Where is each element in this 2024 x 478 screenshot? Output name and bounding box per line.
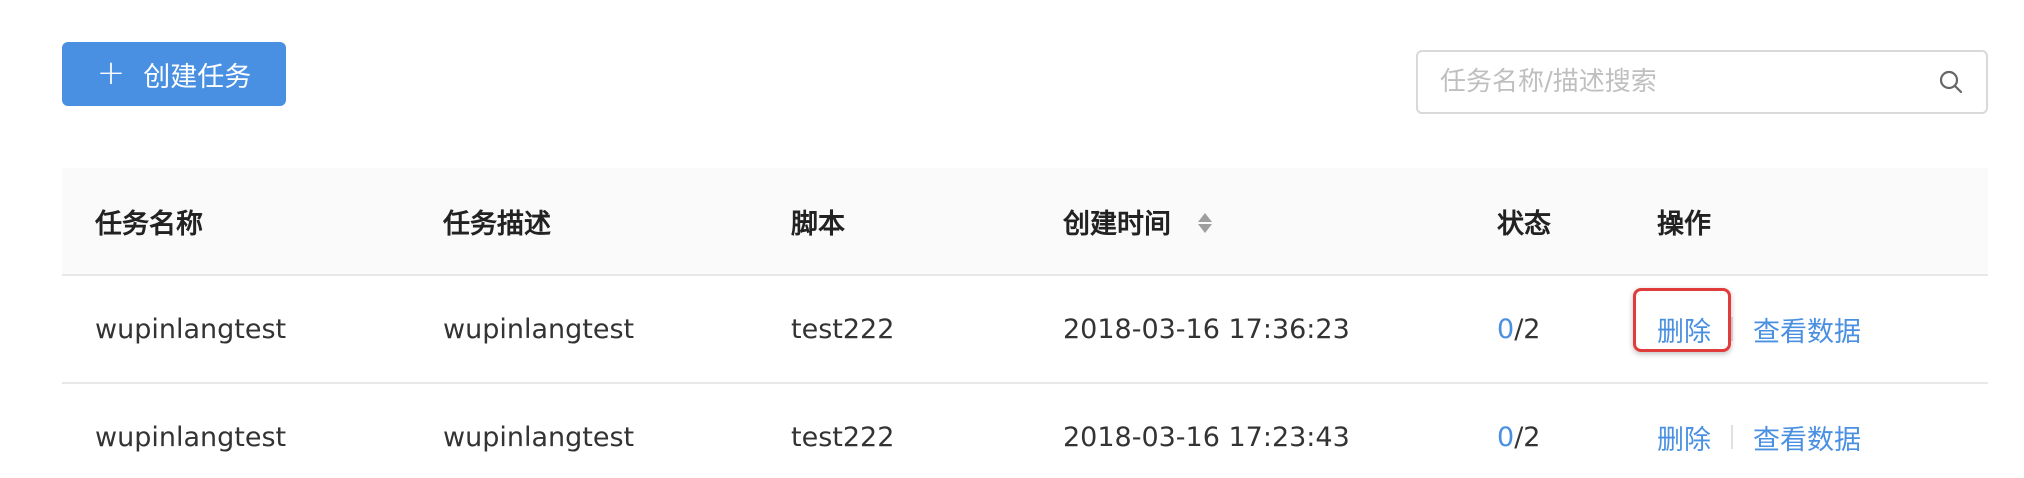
plus-icon: +: [96, 53, 126, 93]
task-list-page: + 创建任务 任务名称 任务描述 脚本 创建时间 状态 操作: [0, 0, 2024, 478]
sort-icon[interactable]: [1198, 213, 1213, 233]
sort-descending-icon[interactable]: [1198, 224, 1213, 233]
task-status: 0/2: [1464, 422, 1624, 453]
action-divider: [1731, 425, 1733, 449]
column-header-description: 任务描述: [443, 208, 551, 240]
sort-ascending-icon[interactable]: [1198, 213, 1213, 222]
task-description: wupinlangtest: [443, 313, 635, 345]
status-total-count: /2: [1514, 421, 1541, 453]
search-icon[interactable]: [1936, 67, 1966, 97]
create-task-button[interactable]: + 创建任务: [62, 42, 286, 106]
task-name: wupinlangtest: [95, 313, 287, 345]
status-total-count: /2: [1514, 313, 1541, 345]
column-header-created[interactable]: 创建时间: [1030, 202, 1464, 241]
delete-link[interactable]: 删除: [1657, 418, 1711, 457]
action-divider: [1731, 317, 1733, 341]
task-status: 0/2: [1464, 314, 1624, 345]
column-header-script: 脚本: [791, 208, 845, 240]
task-actions: 删除 查看数据: [1624, 418, 1988, 457]
task-script: test222: [791, 421, 895, 453]
task-actions: 删除 查看数据: [1624, 287, 1988, 352]
task-script: test222: [791, 313, 895, 345]
task-created-time: 2018-03-16 17:23:43: [1063, 421, 1350, 453]
search-box[interactable]: [1416, 50, 1988, 114]
table-row: wupinlangtest wupinlangtest test222 2018…: [62, 384, 1988, 478]
delete-link[interactable]: 删除: [1657, 317, 1711, 348]
create-task-label: 创建任务: [143, 61, 252, 93]
task-table: 任务名称 任务描述 脚本 创建时间 状态 操作 wupinlangtest wu…: [62, 168, 1988, 478]
view-data-link[interactable]: 查看数据: [1753, 418, 1861, 457]
search-input[interactable]: [1440, 67, 1936, 97]
table-header: 任务名称 任务描述 脚本 创建时间 状态 操作: [62, 168, 1988, 276]
column-header-created-label: 创建时间: [1063, 208, 1171, 240]
task-name: wupinlangtest: [95, 421, 287, 453]
column-header-status: 状态: [1497, 208, 1551, 240]
status-done-count: 0: [1497, 313, 1515, 345]
task-created-time: 2018-03-16 17:36:23: [1063, 313, 1350, 345]
task-description: wupinlangtest: [443, 421, 635, 453]
column-header-actions: 操作: [1657, 208, 1711, 240]
status-done-count: 0: [1497, 421, 1515, 453]
view-data-link[interactable]: 查看数据: [1753, 310, 1861, 349]
column-header-name: 任务名称: [95, 208, 203, 240]
table-row: wupinlangtest wupinlangtest test222 2018…: [62, 276, 1988, 384]
